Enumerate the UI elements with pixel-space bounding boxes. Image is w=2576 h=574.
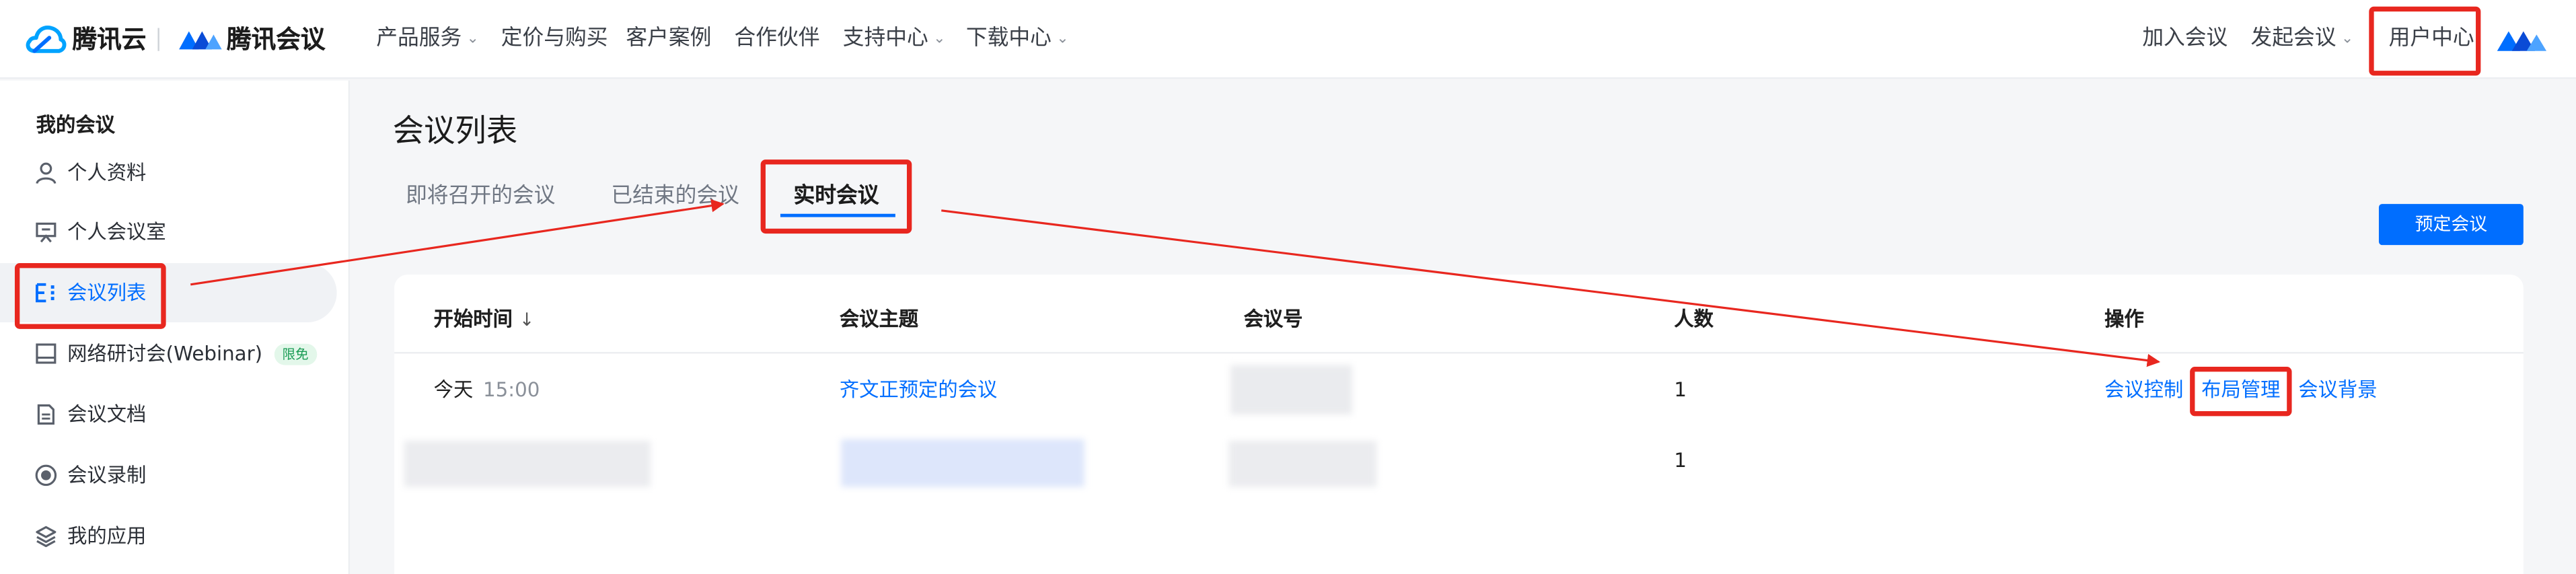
meeting-id-redacted	[1230, 365, 1352, 415]
user-icon	[36, 162, 57, 184]
sidebar-item-label: 个人资料	[67, 161, 147, 184]
sidebar-item-apps[interactable]: 我的应用	[0, 507, 337, 566]
chevron-down-icon: ⌄	[1056, 31, 1069, 48]
date-text: 今天	[433, 378, 474, 402]
nav-partners[interactable]: 合作伙伴	[735, 26, 820, 52]
free-badge: 限免	[274, 343, 317, 365]
sidebar-item-profile[interactable]: 个人资料	[0, 143, 337, 203]
meeting-id-redacted	[1228, 441, 1377, 487]
webinar-label: 网络研讨会(Webinar)	[67, 342, 263, 365]
webinar-icon	[36, 343, 57, 364]
nav-pricing[interactable]: 定价与购买	[501, 26, 608, 52]
column-header-start-time[interactable]: 开始时间 ↓	[434, 308, 535, 332]
table-header-divider	[394, 352, 2524, 354]
meeting-table	[394, 275, 2524, 574]
record-icon	[35, 464, 57, 487]
page-title: 会议列表	[392, 113, 518, 150]
annotation-box-user-center	[2369, 6, 2481, 76]
column-header-label: 开始时间	[433, 308, 513, 331]
start-meeting-menu[interactable]: 发起会议 ⌄	[2250, 26, 2353, 55]
nav-support-label: 支持中心	[842, 26, 928, 51]
tencent-cloud-wordmark[interactable]: 腾讯云	[72, 25, 146, 55]
sidebar-item-meeting-room[interactable]: 个人会议室	[0, 203, 337, 262]
chevron-down-icon: ⌄	[466, 31, 479, 48]
meeting-room-icon	[36, 222, 57, 243]
annotation-box-meeting-list	[14, 263, 166, 329]
nav-products-label: 产品服务	[376, 26, 462, 51]
column-header-participants: 人数	[1674, 308, 1714, 331]
nav-products[interactable]: 产品服务 ⌄	[376, 26, 479, 55]
nav-cases-label: 客户案例	[626, 26, 712, 51]
tab-ended[interactable]: 已结束的会议	[611, 184, 739, 211]
nav-support[interactable]: 支持中心 ⌄	[843, 26, 946, 55]
nav-pricing-label: 定价与购买	[501, 26, 608, 51]
top-navigation: 腾讯云 腾讯会议 产品服务 ⌄ 定价与购买 客户案例 合作伙伴 支持中心 ⌄ 下载中…	[0, 0, 2576, 79]
start-time-redacted	[404, 441, 651, 487]
sort-desc-icon[interactable]: ↓	[519, 309, 535, 330]
sidebar-item-webinar[interactable]: 网络研讨会(Webinar) 限免	[0, 324, 337, 383]
meeting-topic-redacted	[841, 439, 1084, 487]
sidebar-item-label: 会议录制	[67, 464, 147, 487]
tab-upcoming[interactable]: 即将召开的会议	[406, 184, 555, 211]
nav-download-label: 下载中心	[965, 26, 1052, 51]
document-icon	[37, 404, 54, 425]
time-text: 15:00	[482, 378, 540, 402]
app-canvas: 腾讯云 腾讯会议 产品服务 ⌄ 定价与购买 客户案例 合作伙伴 支持中心 ⌄ 下载中…	[0, 0, 2576, 574]
participant-count: 1	[1674, 378, 1687, 402]
sidebar-item-documents[interactable]: 会议文档	[0, 385, 337, 444]
tencent-meeting-wordmark[interactable]: 腾讯会议	[227, 25, 326, 55]
column-header-meeting-id: 会议号	[1243, 308, 1303, 331]
chevron-down-icon: ⌄	[933, 31, 946, 48]
sidebar-heading: 我的会议	[36, 113, 115, 137]
avatar[interactable]	[2495, 26, 2548, 55]
tencent-meeting-logo-icon[interactable]	[178, 26, 223, 52]
join-meeting-link[interactable]: 加入会议	[2142, 26, 2228, 52]
annotation-box-layout-management	[2190, 367, 2292, 417]
sidebar-item-recordings[interactable]: 会议录制	[0, 445, 337, 505]
annotation-box-live-tab	[760, 159, 912, 234]
start-time-cell: 今天 15:00	[434, 378, 540, 401]
sidebar-item-label: 会议文档	[67, 402, 147, 427]
nav-partners-label: 合作伙伴	[734, 26, 820, 51]
tencent-cloud-logo-icon[interactable]	[25, 22, 67, 58]
sidebar-item-label: 我的应用	[67, 524, 147, 548]
start-meeting-label: 发起会议	[2250, 26, 2336, 51]
participant-count: 1	[1674, 449, 1687, 472]
sidebar-item-label: 个人会议室	[67, 220, 166, 244]
logo-divider	[157, 28, 159, 51]
meeting-topic-link[interactable]: 齐文正预定的会议	[840, 378, 997, 401]
meeting-background-link[interactable]: 会议背景	[2298, 378, 2377, 401]
schedule-meeting-button[interactable]: 预定会议	[2378, 204, 2524, 246]
sidebar-item-label: 网络研讨会(Webinar) 限免	[67, 342, 317, 365]
apps-icon	[36, 526, 57, 548]
meeting-control-link[interactable]: 会议控制	[2104, 378, 2183, 401]
nav-cases[interactable]: 客户案例	[626, 26, 711, 52]
column-header-topic: 会议主题	[839, 308, 919, 331]
column-header-actions: 操作	[2104, 308, 2144, 331]
nav-download[interactable]: 下载中心 ⌄	[966, 26, 1069, 55]
chevron-down-icon: ⌄	[2341, 31, 2354, 48]
